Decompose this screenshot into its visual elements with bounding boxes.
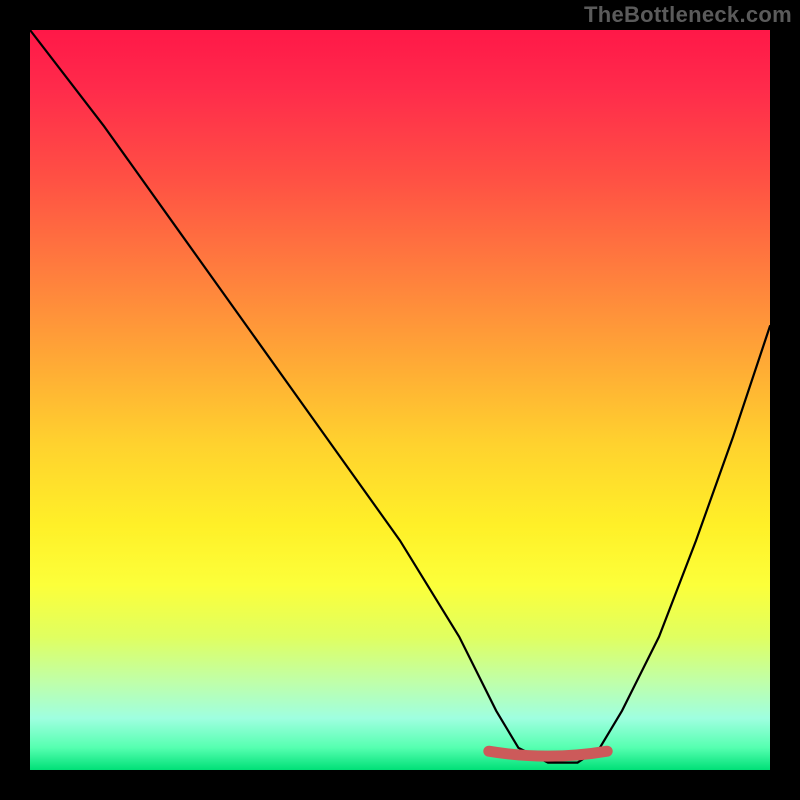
curve-layer bbox=[30, 30, 770, 770]
bottleneck-curve bbox=[30, 30, 770, 763]
chart-frame: TheBottleneck.com bbox=[0, 0, 800, 800]
watermark-text: TheBottleneck.com bbox=[584, 2, 792, 28]
marker-band bbox=[489, 751, 607, 756]
plot-area bbox=[30, 30, 770, 770]
